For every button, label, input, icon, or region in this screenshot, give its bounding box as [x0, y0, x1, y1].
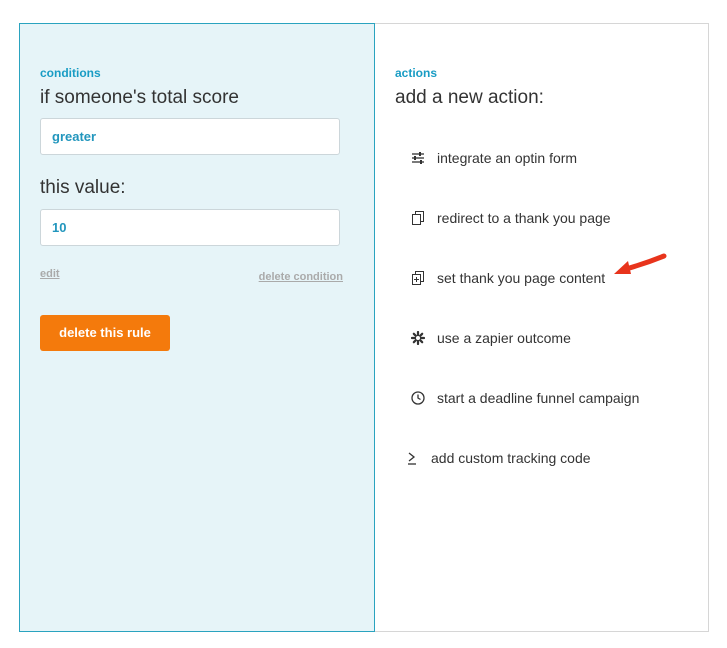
delete-rule-button[interactable]: delete this rule: [40, 315, 170, 351]
action-set-thank-you-content[interactable]: set thank you page content: [408, 266, 605, 290]
conditions-title: if someone's total score: [40, 87, 239, 108]
action-label: redirect to a thank you page: [437, 210, 611, 226]
conditions-label: conditions: [40, 66, 101, 80]
sliders-icon: [408, 148, 428, 168]
actions-label: actions: [395, 66, 438, 80]
operator-input[interactable]: greater: [40, 118, 340, 155]
action-redirect-thank-you[interactable]: redirect to a thank you page: [408, 206, 611, 230]
action-custom-tracking[interactable]: add custom tracking code: [402, 446, 591, 470]
action-label: use a zapier outcome: [437, 330, 571, 346]
add-page-icon: [408, 268, 428, 288]
value-label: this value:: [40, 177, 126, 198]
action-integrate-optin[interactable]: integrate an optin form: [408, 146, 577, 170]
action-label: start a deadline funnel campaign: [437, 390, 640, 406]
action-label: integrate an optin form: [437, 150, 578, 166]
action-zapier-outcome[interactable]: use a zapier outcome: [408, 326, 571, 350]
terminal-icon: [402, 448, 422, 468]
edit-link[interactable]: edit: [40, 268, 60, 280]
value-input[interactable]: 10: [40, 209, 340, 246]
pointer-arrow-icon: [614, 253, 667, 274]
action-deadline-funnel[interactable]: start a deadline funnel campaign: [408, 386, 639, 410]
zapier-asterisk-icon: [408, 328, 428, 348]
conditions-panel: conditions if someone's total score grea…: [19, 23, 375, 632]
action-label: set thank you page content: [437, 270, 606, 286]
clock-icon: [408, 388, 428, 408]
copy-page-icon: [408, 208, 428, 228]
actions-title: add a new action:: [395, 87, 544, 108]
action-label: add custom tracking code: [431, 450, 591, 466]
delete-condition-link[interactable]: delete condition: [259, 271, 343, 283]
